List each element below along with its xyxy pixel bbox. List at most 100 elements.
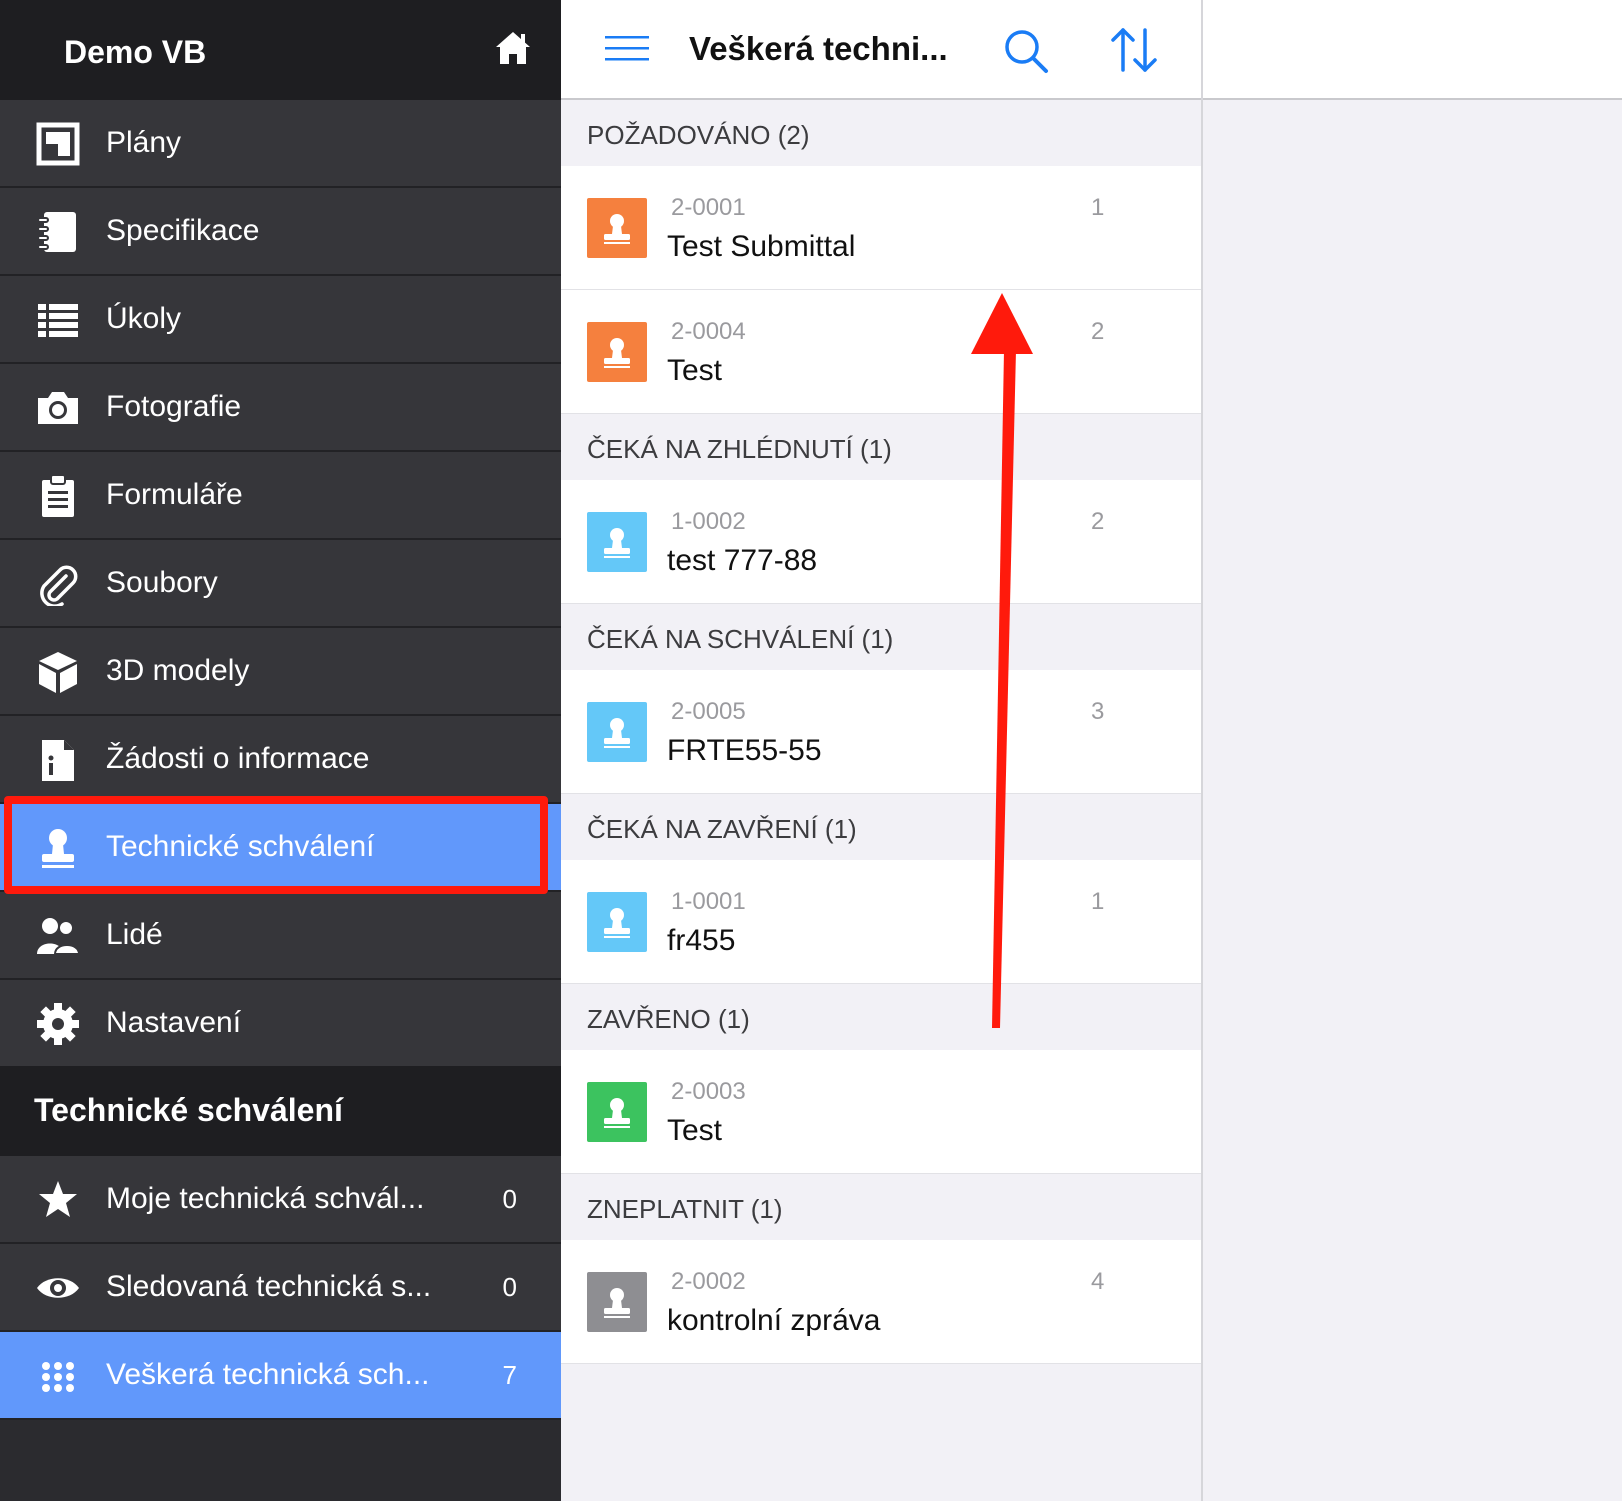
submittal-name: test 777-88 bbox=[667, 544, 818, 577]
group-header-label: ČEKÁ NA ZAVŘENÍ (1) bbox=[587, 814, 857, 844]
camera-icon bbox=[38, 392, 78, 424]
filter-label: Veškerá technická sch... bbox=[106, 1358, 430, 1391]
group-header: ZAVŘENO (1) bbox=[561, 984, 1201, 1050]
sidebar-item-label: Žádosti o informace bbox=[106, 742, 370, 775]
stamp-icon bbox=[42, 829, 74, 868]
group-header: POŽADOVÁNO (2) bbox=[561, 100, 1201, 166]
submittal-row[interactable]: 2-0005 FRTE55-55 3 bbox=[561, 670, 1201, 794]
submittal-name: FRTE55-55 bbox=[667, 734, 822, 767]
submittal-name: Test bbox=[667, 1114, 723, 1147]
sort-icon[interactable] bbox=[1109, 26, 1159, 74]
sidebar-item-technicke-schvaleni[interactable]: Technické schválení bbox=[0, 804, 561, 892]
star-icon bbox=[39, 1181, 77, 1217]
clipboard-icon bbox=[42, 474, 74, 517]
sidebar-item-nastaveni[interactable]: Nastavení bbox=[0, 980, 561, 1068]
filter-my-submittals[interactable]: Moje technická schvál... 0 bbox=[0, 1156, 561, 1244]
sidebar-item-label: Fotografie bbox=[106, 390, 242, 423]
sidebar-item-lide[interactable]: Lidé bbox=[0, 892, 561, 980]
group-header-label: ČEKÁ NA SCHVÁLENÍ (1) bbox=[587, 624, 894, 654]
submittal-number: 2-0002 bbox=[671, 1268, 746, 1295]
submittal-revision: 1 bbox=[1091, 194, 1105, 221]
project-title: Demo VB bbox=[64, 34, 207, 70]
submittal-revision: 3 bbox=[1091, 698, 1105, 725]
submittal-number: 2-0003 bbox=[671, 1078, 746, 1105]
people-icon bbox=[37, 918, 80, 955]
sidebar: Demo VB Plány Specifikace Úkoly Fotograf… bbox=[0, 0, 561, 1501]
submittal-revision: 4 bbox=[1091, 1268, 1105, 1295]
filter-count: 7 bbox=[502, 1360, 517, 1390]
group-header-label: ČEKÁ NA ZHLÉDNUTÍ (1) bbox=[587, 434, 892, 464]
group-header-label: ZNEPLATNIT (1) bbox=[587, 1194, 783, 1224]
search-icon[interactable] bbox=[1003, 28, 1049, 74]
submittal-number: 1-0001 bbox=[671, 888, 746, 915]
sidebar-item-label: 3D modely bbox=[106, 654, 250, 687]
submittal-row[interactable]: 2-0004 Test 2 bbox=[561, 290, 1201, 414]
notebook-icon bbox=[37, 212, 76, 252]
sidebar-section-title: Technické schválení bbox=[34, 1092, 343, 1128]
group-header-label: ZAVŘENO (1) bbox=[587, 1004, 750, 1034]
submittal-row[interactable]: 2-0001 Test Submittal 1 bbox=[561, 166, 1201, 290]
stamp-icon bbox=[587, 322, 647, 382]
paperclip-icon bbox=[40, 565, 78, 606]
stamp-icon bbox=[587, 512, 647, 572]
sidebar-item-label: Nastavení bbox=[106, 1006, 242, 1039]
sidebar-item-label: Úkoly bbox=[106, 302, 182, 335]
floorplan-icon bbox=[36, 122, 80, 166]
submittal-row[interactable]: 1-0002 test 777-88 2 bbox=[561, 480, 1201, 604]
cube-icon bbox=[39, 652, 77, 693]
sidebar-item-label: Formuláře bbox=[106, 478, 243, 511]
filter-count: 0 bbox=[502, 1184, 517, 1214]
submittal-number: 2-0004 bbox=[671, 318, 746, 345]
submittal-row[interactable]: 2-0002 kontrolní zpráva 4 bbox=[561, 1240, 1201, 1364]
sidebar-item-formulare[interactable]: Formuláře bbox=[0, 452, 561, 540]
list-title: Veškerá techni... bbox=[689, 30, 948, 67]
sidebar-item-plany[interactable]: Plány bbox=[0, 100, 561, 188]
group-header-label: POŽADOVÁNO (2) bbox=[587, 120, 810, 150]
filter-count: 0 bbox=[502, 1272, 517, 1302]
filter-all-submittals[interactable]: Veškerá technická sch... 7 bbox=[0, 1332, 561, 1420]
sidebar-item-specifikace[interactable]: Specifikace bbox=[0, 188, 561, 276]
sidebar-item-label: Lidé bbox=[106, 918, 163, 951]
sidebar-section-header: Technické schválení bbox=[0, 1066, 561, 1156]
info-document-icon bbox=[42, 740, 74, 781]
gear-icon bbox=[37, 1003, 79, 1045]
hamburger-menu-icon[interactable] bbox=[605, 34, 649, 64]
submittal-list-pane: Veškerá techni... POŽADOVÁNO (2) 2-0001 Te… bbox=[561, 0, 1203, 1501]
submittal-revision: 1 bbox=[1091, 888, 1105, 915]
submittal-number: 2-0005 bbox=[671, 698, 746, 725]
stamp-icon bbox=[587, 1272, 647, 1332]
sidebar-item-fotografie[interactable]: Fotografie bbox=[0, 364, 561, 452]
group-header: ČEKÁ NA ZHLÉDNUTÍ (1) bbox=[561, 414, 1201, 480]
sidebar-item-zadosti[interactable]: Žádosti o informace bbox=[0, 716, 561, 804]
submittal-revision: 2 bbox=[1091, 318, 1105, 345]
submittal-name: kontrolní zpráva bbox=[667, 1304, 881, 1337]
stamp-icon bbox=[587, 198, 647, 258]
submittal-revision: 2 bbox=[1091, 508, 1105, 535]
filter-label: Sledovaná technická s... bbox=[106, 1270, 432, 1303]
filter-watched-submittals[interactable]: Sledovaná technická s... 0 bbox=[0, 1244, 561, 1332]
submittal-name: fr455 bbox=[667, 924, 736, 957]
detail-pane bbox=[1203, 0, 1622, 1501]
filter-label: Moje technická schvál... bbox=[106, 1182, 425, 1215]
group-header: ČEKÁ NA SCHVÁLENÍ (1) bbox=[561, 604, 1201, 670]
submittal-name: Test bbox=[667, 354, 723, 387]
sidebar-item-label: Specifikace bbox=[106, 214, 260, 247]
sidebar-item-soubory[interactable]: Soubory bbox=[0, 540, 561, 628]
group-header: ZNEPLATNIT (1) bbox=[561, 1174, 1201, 1240]
eye-icon bbox=[37, 1278, 79, 1298]
sidebar-item-ukoly[interactable]: Úkoly bbox=[0, 276, 561, 364]
home-icon[interactable] bbox=[494, 30, 532, 66]
detail-topbar bbox=[1203, 0, 1622, 100]
submittal-row[interactable]: 2-0003 Test bbox=[561, 1050, 1201, 1174]
sidebar-item-label: Plány bbox=[106, 126, 182, 159]
sidebar-item-label: Soubory bbox=[106, 566, 218, 599]
sidebar-item-label: Technické schválení bbox=[106, 830, 375, 863]
submittal-number: 1-0002 bbox=[671, 508, 746, 535]
submittal-number: 2-0001 bbox=[671, 194, 746, 221]
stamp-icon bbox=[587, 892, 647, 952]
submittal-row[interactable]: 1-0001 fr455 1 bbox=[561, 860, 1201, 984]
submittal-name: Test Submittal bbox=[667, 230, 856, 263]
sidebar-item-3d-modely[interactable]: 3D modely bbox=[0, 628, 561, 716]
grid-icon bbox=[42, 1362, 74, 1392]
sidebar-header: Demo VB bbox=[0, 0, 561, 100]
